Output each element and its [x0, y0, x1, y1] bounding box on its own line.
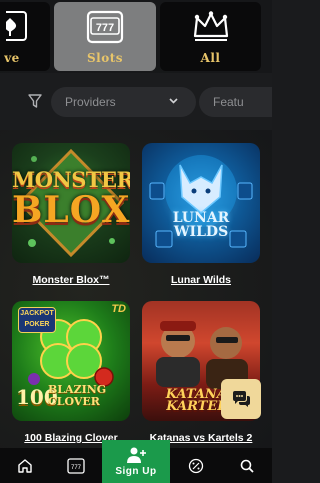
- lobby-screen: ve 777 Slots All Providers Featu MONSTER…: [0, 0, 272, 483]
- search-icon: [240, 459, 254, 473]
- slot-machine-icon: 777: [86, 10, 124, 44]
- game-tile-100-blazing-clover[interactable]: JACKPOT POKER TD 100 BLAZING CLOVER: [12, 301, 130, 421]
- category-tabs: ve 777 Slots All: [0, 0, 272, 73]
- category-slots[interactable]: 777 Slots: [54, 2, 156, 71]
- nav-promotions[interactable]: [181, 448, 211, 483]
- add-user-icon: [127, 447, 146, 463]
- category-label: All: [200, 51, 221, 65]
- game-tile-monster-blox[interactable]: MONSTER BLOX: [12, 143, 130, 263]
- chat-bubble-icon: [233, 391, 250, 407]
- game-title[interactable]: Lunar Wilds: [142, 274, 260, 286]
- game-title[interactable]: Monster Blox™: [12, 274, 130, 286]
- signup-button[interactable]: Sign Up: [102, 440, 170, 483]
- signup-label: Sign Up: [115, 466, 157, 477]
- home-icon: [18, 458, 32, 473]
- category-all[interactable]: All: [160, 2, 261, 71]
- chevron-down-icon: [169, 98, 178, 104]
- game-tile-lunar-wilds[interactable]: LUNAR WILDS: [142, 143, 260, 263]
- percent-badge-icon: [188, 458, 204, 473]
- crown-icon: [193, 11, 228, 41]
- slot-machine-icon: 777: [67, 457, 85, 474]
- game-art-text: BLOX: [12, 189, 130, 231]
- category-label: Slots: [86, 51, 124, 65]
- filter-bar: Providers Featu: [0, 73, 272, 130]
- providers-label: Providers: [65, 95, 116, 109]
- game-art: [149, 155, 253, 248]
- chat-button[interactable]: [221, 379, 261, 419]
- nav-slots[interactable]: 777: [61, 448, 91, 483]
- game-art-text: BLAZING CLOVER: [48, 383, 107, 408]
- jackpot-poker-badge: JACKPOT POKER: [18, 307, 56, 333]
- filter-icon[interactable]: [28, 94, 42, 108]
- category-label: ve: [4, 51, 20, 65]
- features-label: Featu: [213, 95, 244, 109]
- providers-dropdown[interactable]: Providers: [51, 87, 196, 117]
- nav-search[interactable]: [232, 448, 262, 483]
- td-badge: TD: [111, 303, 126, 315]
- features-dropdown[interactable]: Featu: [199, 87, 272, 117]
- category-live[interactable]: ve: [0, 2, 50, 71]
- nav-home[interactable]: [10, 448, 40, 483]
- spade-icon: [6, 11, 27, 41]
- game-art-text: LUNAR WILDS: [172, 210, 230, 240]
- svg-text:777: 777: [96, 22, 114, 34]
- svg-text:777: 777: [71, 465, 82, 471]
